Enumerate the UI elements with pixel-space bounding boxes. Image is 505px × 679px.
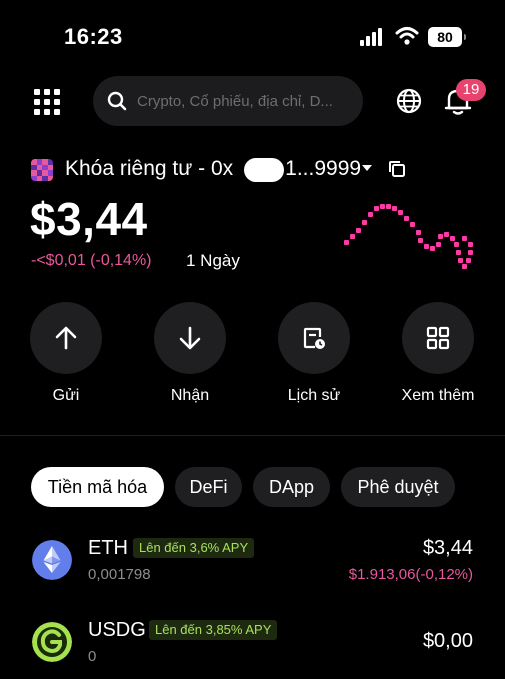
search-input[interactable]	[137, 92, 352, 110]
period-selector[interactable]: 1 Ngày	[186, 251, 240, 271]
status-time: 16:23	[64, 24, 123, 49]
sparkline-pixel	[430, 246, 435, 251]
token-value: $0,00	[422, 630, 473, 652]
more-grid-icon	[426, 326, 450, 350]
receive-action[interactable]: Nhận	[145, 302, 235, 405]
account-switch-caret-icon[interactable]	[362, 165, 372, 171]
history-action[interactable]: Lịch sử	[269, 302, 359, 405]
redaction-mark	[244, 158, 284, 182]
receive-label: Nhận	[170, 387, 210, 404]
balance-change: -<$0,01 (-0,14%)	[31, 252, 152, 269]
sparkline-pixel	[386, 204, 391, 209]
sparkline-pixel	[362, 220, 367, 225]
ethereum-icon	[32, 540, 72, 580]
tab-defi[interactable]: DeFi	[175, 467, 242, 507]
token-value: $3,44	[422, 537, 473, 559]
sparkline-pixel	[350, 234, 355, 239]
sparkline-pixel	[456, 250, 461, 255]
account-address-suffix: 1...9999	[285, 157, 362, 180]
sparkline-pixel	[458, 258, 463, 263]
send-action[interactable]: Gửi	[21, 302, 111, 405]
globe-icon[interactable]	[396, 88, 422, 114]
more-action[interactable]: Xem thêm	[393, 302, 483, 405]
history-icon	[303, 327, 325, 349]
token-symbol: ETH	[88, 537, 128, 559]
sparkline-pixel	[462, 236, 467, 241]
total-balance: $3,44	[30, 193, 148, 245]
battery-indicator: 80	[428, 27, 466, 47]
tab-approvals[interactable]: Phê duyệt	[341, 467, 455, 507]
section-divider	[0, 435, 505, 436]
account-avatar	[31, 159, 53, 181]
apy-badge: Lên đến 3,85% APY	[149, 620, 278, 640]
tab-crypto[interactable]: Tiền mã hóa	[31, 467, 164, 507]
sparkline-pixel	[466, 258, 471, 263]
sparkline-pixel	[418, 238, 423, 243]
sparkline-pixel	[410, 222, 415, 227]
sparkline-pixel	[468, 242, 473, 247]
copy-icon[interactable]	[388, 160, 406, 178]
account-name[interactable]: Khóa riêng tư - 0x 1...9999	[65, 157, 361, 181]
token-price-change: $1.913,06(-0,12%)	[348, 566, 473, 583]
sparkline-pixel	[444, 232, 449, 237]
sparkline-pixel	[344, 240, 349, 245]
apy-badge: Lên đến 3,6% APY	[133, 538, 255, 558]
sparkline-pixel	[416, 230, 421, 235]
token-symbol: USDG	[88, 619, 146, 641]
token-amount: 0,001798	[88, 566, 151, 583]
sparkline-pixel	[424, 244, 429, 249]
sparkline-pixel	[380, 204, 385, 209]
sparkline-pixel	[450, 236, 455, 241]
usdg-icon	[32, 622, 72, 662]
balance-sparkline	[344, 204, 473, 269]
sparkline-pixel	[398, 210, 403, 215]
arrow-up-icon	[55, 326, 77, 350]
sparkline-pixel	[468, 250, 473, 255]
sparkline-pixel	[392, 206, 397, 211]
sparkline-pixel	[374, 206, 379, 211]
search-bar[interactable]	[93, 76, 363, 126]
wifi-icon	[395, 27, 419, 45]
apps-grid-icon[interactable]	[34, 89, 60, 115]
tab-dapp[interactable]: DApp	[253, 467, 330, 507]
sparkline-pixel	[404, 216, 409, 221]
token-amount: 0	[88, 648, 97, 665]
search-icon	[107, 91, 127, 111]
account-name-prefix: Khóa riêng tư - 0x	[65, 157, 234, 180]
arrow-down-icon	[179, 326, 201, 350]
sparkline-pixel	[436, 242, 441, 247]
history-label: Lịch sử	[287, 387, 341, 404]
sparkline-pixel	[462, 264, 467, 269]
cellular-signal-icon	[360, 28, 386, 46]
notification-count-badge: 19	[456, 79, 486, 101]
sparkline-pixel	[356, 228, 361, 233]
send-label: Gửi	[52, 387, 80, 404]
sparkline-pixel	[454, 242, 459, 247]
more-label: Xem thêm	[401, 387, 475, 404]
sparkline-pixel	[438, 234, 443, 239]
sparkline-pixel	[368, 212, 373, 217]
